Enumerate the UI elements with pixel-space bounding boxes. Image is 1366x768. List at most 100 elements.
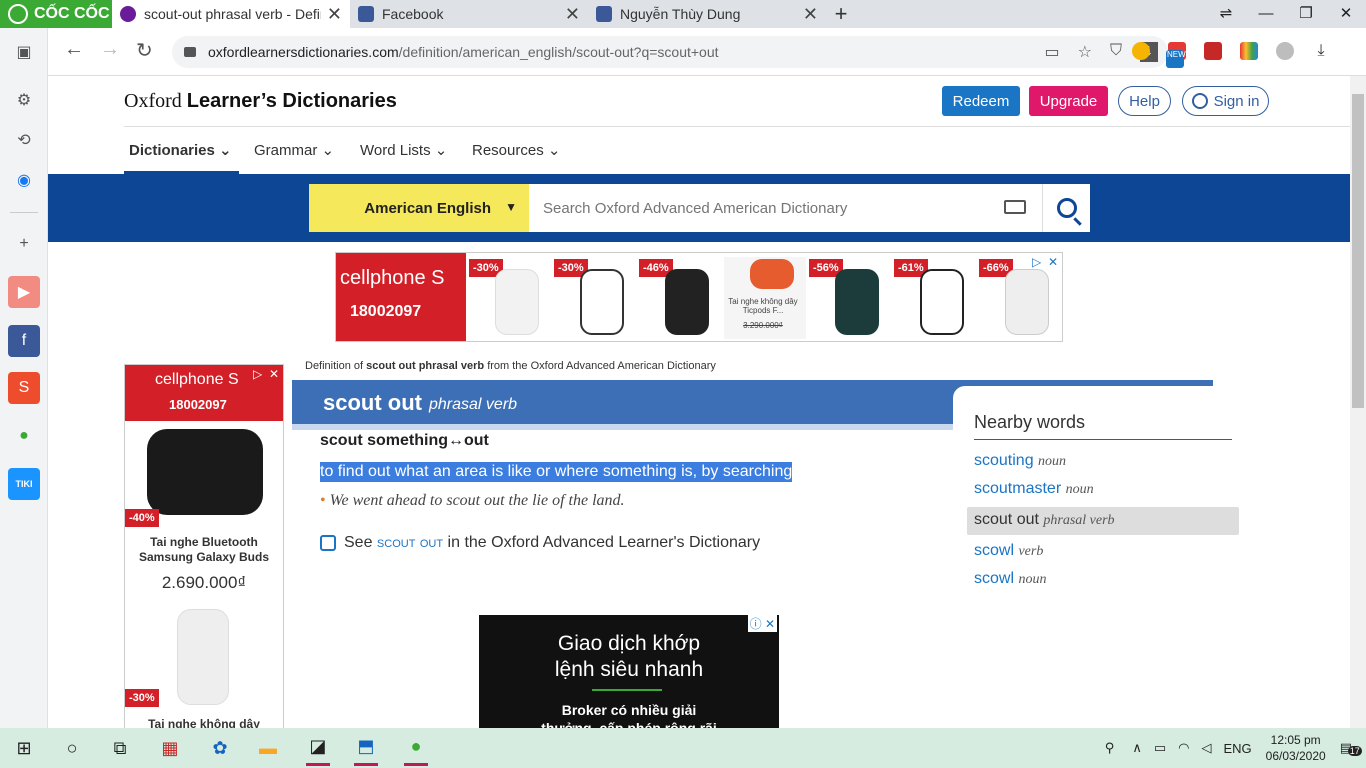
file-explorer-icon[interactable]: ▬ — [256, 736, 280, 760]
video-ad[interactable]: ⓘ ✕ Giao dịch khớp lệnh siêu nhanh Broker… — [479, 615, 779, 728]
windows-start-icon[interactable]: ⊞ — [12, 736, 36, 760]
facebook-favicon-icon — [596, 6, 612, 22]
search-band: American English ▼ — [48, 174, 1350, 242]
adchoices-icon[interactable]: ▷ — [253, 367, 262, 381]
upgrade-button[interactable]: Upgrade — [1029, 86, 1108, 116]
adchoices-icon[interactable]: ▷ — [1032, 255, 1041, 269]
restore-tabs-icon[interactable]: ⇌ — [1206, 0, 1246, 28]
shopee-icon[interactable]: S — [8, 372, 40, 404]
search-button[interactable] — [1042, 184, 1090, 232]
search-circle-icon[interactable]: ○ — [60, 736, 84, 760]
show-hidden-icon[interactable]: ∧ — [1132, 740, 1142, 756]
ad-close-icon[interactable]: ✕ — [269, 367, 279, 381]
facebook-icon[interactable]: f — [8, 325, 40, 357]
browser-sidebar: ▣ ⚙ ⟲ ◉ + ▶ f S ● TIKI — [0, 28, 48, 728]
tab-profile[interactable]: Nguyễn Thùy Dung ✕ — [588, 0, 826, 28]
app-icon[interactable]: ▦ — [158, 736, 182, 760]
site-logo[interactable]: Oxford Learner’s Dictionaries — [124, 90, 397, 113]
url-path: /definition/american_english/scout-out?q… — [398, 44, 719, 60]
youtube-icon[interactable]: ▶ — [8, 276, 40, 308]
banner-ad-left[interactable]: cellphone S 18002097 ▷ ✕ -40% Tai nghe B… — [124, 364, 284, 728]
external-link-icon — [320, 535, 336, 551]
shield-icon[interactable]: ⛉ — [1110, 42, 1122, 62]
messenger-icon[interactable]: ◉ — [8, 164, 40, 196]
notification-icon[interactable]: ▤ 17 — [1340, 740, 1362, 756]
new-tab-button[interactable]: + — [826, 0, 856, 28]
app-icon[interactable]: ◪ — [306, 730, 330, 766]
close-tab-icon[interactable]: ✕ — [803, 4, 818, 25]
ad-close-icon[interactable]: ⓘ ✕ — [747, 615, 777, 632]
tiki-icon[interactable]: TIKI — [8, 468, 40, 500]
reload-icon[interactable]: ↻ — [136, 38, 153, 63]
ad-product: -46% — [639, 257, 721, 339]
nearby-item-selected[interactable]: scout out phrasal verb — [967, 507, 1239, 535]
keyboard-icon[interactable] — [1004, 200, 1026, 214]
volume-icon[interactable]: ◁ — [1201, 740, 1211, 756]
search-input[interactable] — [529, 199, 989, 217]
wifi-icon[interactable]: ◠ — [1178, 740, 1189, 756]
extension-new-icon[interactable]: NEW — [1166, 42, 1186, 68]
entry-divider — [292, 424, 954, 430]
history-icon[interactable]: ⟲ — [8, 124, 40, 156]
close-tab-icon[interactable]: ✕ — [327, 4, 342, 25]
forward-icon[interactable]: → — [100, 38, 120, 61]
headword: scout out — [323, 390, 422, 415]
coccoc-icon[interactable]: ● — [8, 420, 40, 452]
battery-icon[interactable]: ▭ — [1154, 740, 1166, 756]
maximize-button[interactable]: ❐ — [1286, 0, 1326, 28]
scrollbar-thumb[interactable] — [1352, 94, 1364, 408]
minimize-button[interactable]: — — [1246, 0, 1286, 28]
window-controls: ⇌ — ❐ ✕ — [1206, 0, 1366, 28]
url-field[interactable]: oxfordlearnersdictionaries.com/definitio… — [172, 36, 1168, 68]
add-icon[interactable]: + — [8, 228, 40, 260]
banner-ad-top[interactable]: cellphone S 18002097 -30% -30% -46% Tai … — [335, 252, 1063, 342]
definition-source: Definition of scout out phrasal verb fro… — [305, 360, 716, 372]
nav-grammar[interactable]: Grammar ⌄ — [254, 141, 334, 159]
facebook-favicon-icon — [358, 6, 374, 22]
clock[interactable]: 12:05 pm 06/03/2020 — [1266, 732, 1326, 764]
earbuds-image — [147, 429, 263, 515]
extension-icon[interactable] — [1240, 42, 1258, 60]
system-tray: ⚲ ∧ ▭ ◠ ◁ ENG 12:05 pm 06/03/2020 ▤ 17 — [1105, 728, 1366, 768]
back-icon[interactable]: ← — [64, 38, 84, 61]
search-box — [529, 184, 1090, 232]
sidebar-toggle-icon[interactable]: ▣ — [8, 36, 40, 68]
bookmark-star-icon[interactable]: ☆ — [1078, 42, 1092, 62]
extension-icon[interactable] — [1204, 42, 1222, 60]
nearby-item[interactable]: scowl noun — [974, 570, 1046, 588]
nearby-item[interactable]: scowl verb — [974, 542, 1043, 560]
nav-word-lists[interactable]: Word Lists ⌄ — [360, 141, 447, 159]
coccoc-taskbar-icon[interactable]: ● — [404, 730, 428, 766]
close-window-button[interactable]: ✕ — [1326, 0, 1366, 28]
dictionary-select[interactable]: American English ▼ — [309, 184, 529, 232]
settings-icon[interactable]: ⚙ — [8, 84, 40, 116]
nav-dictionaries[interactable]: Dictionaries ⌄ — [129, 141, 232, 159]
app-icon[interactable]: ⬒ — [354, 730, 378, 766]
lock-icon — [184, 47, 196, 57]
extensions: NEW ⤓ — [1132, 42, 1330, 68]
task-view-icon[interactable]: ⧉ — [108, 736, 132, 760]
language-indicator[interactable]: ENG — [1223, 741, 1251, 756]
redeem-button[interactable]: Redeem — [942, 86, 1020, 116]
nearby-words-panel: Nearby words scouting noun scoutmaster n… — [953, 386, 1253, 686]
tab-oxford[interactable]: scout-out phrasal verb - Defin ✕ — [112, 0, 350, 28]
coccoc-menu-button[interactable]: CỐC CỐC — [0, 0, 112, 28]
nav-resources[interactable]: Resources ⌄ — [472, 141, 560, 159]
close-tab-icon[interactable]: ✕ — [565, 4, 580, 25]
page-scrollbar[interactable] — [1350, 76, 1366, 728]
signin-button[interactable]: Sign in — [1182, 86, 1269, 116]
download-icon[interactable]: ⤓ — [1312, 42, 1330, 60]
cast-icon[interactable]: ▭ — [1045, 42, 1060, 62]
app-icon[interactable]: ✿ — [208, 736, 232, 760]
ad-close-icon[interactable]: ✕ — [1048, 255, 1058, 269]
profile-avatar[interactable] — [1276, 42, 1294, 60]
see-also-link[interactable]: scout out — [377, 534, 443, 551]
tab-facebook[interactable]: Facebook ✕ — [350, 0, 588, 28]
nearby-item[interactable]: scoutmaster noun — [974, 480, 1094, 498]
extension-icon[interactable] — [1132, 42, 1150, 60]
help-button[interactable]: Help — [1118, 86, 1171, 116]
nearby-item[interactable]: scouting noun — [974, 452, 1066, 470]
people-icon[interactable]: ⚲ — [1105, 740, 1115, 756]
tab-title: Facebook — [382, 6, 444, 22]
see-also: See scout out in the Oxford Advanced Lea… — [320, 534, 760, 552]
